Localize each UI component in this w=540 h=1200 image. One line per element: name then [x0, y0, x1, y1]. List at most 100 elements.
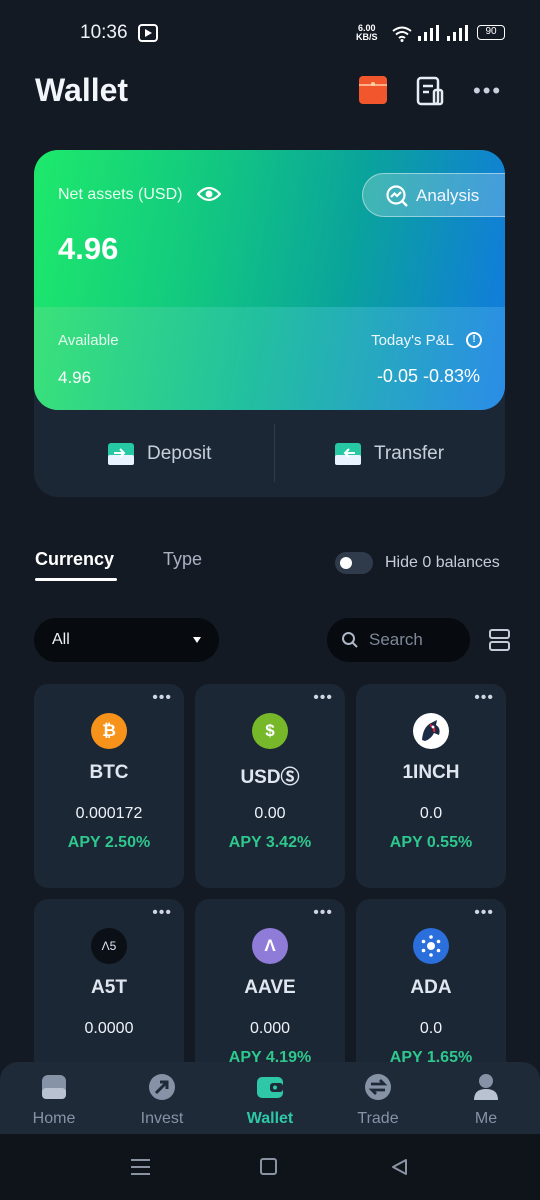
nav-item-trade[interactable]: Trade: [324, 1062, 432, 1134]
transfer-icon: [335, 443, 361, 465]
nav-item-wallet[interactable]: Wallet: [216, 1062, 324, 1134]
coin-amount: 0.000172: [75, 805, 143, 822]
coin-more-icon[interactable]: •••: [313, 905, 333, 921]
aave-logo-icon: Λ: [252, 928, 288, 964]
coin-more-icon[interactable]: •••: [313, 690, 333, 706]
coin-symbol: 1INCH: [402, 762, 460, 783]
analysis-icon: [386, 185, 408, 207]
nav-item-me[interactable]: Me: [432, 1062, 540, 1134]
coin-apy: APY 2.50%: [67, 834, 151, 851]
coin-apy: APY 1.65%: [389, 1049, 473, 1062]
coin-card-ada[interactable]: ••• ADA 0.0 APY 1.65%: [356, 899, 506, 1062]
net-assets-value: 4.96: [58, 231, 119, 266]
transfer-button[interactable]: Transfer: [334, 440, 474, 470]
coin-symbol: USDⓈ: [240, 767, 300, 788]
home-icon: [42, 1075, 66, 1099]
asset-card-lower: [34, 307, 505, 410]
usds-logo-icon: $: [252, 713, 288, 749]
coin-card-1inch[interactable]: ••• 1INCH 0.0 APY 0.55%: [356, 684, 506, 888]
signal-icon-2: [447, 25, 468, 41]
bottom-nav: Home Invest Wallet Trade Me: [0, 1062, 540, 1134]
eye-icon[interactable]: [197, 185, 221, 203]
coin-card-usds[interactable]: ••• $ USDⓈ 0.00 APY 3.42%: [195, 684, 345, 888]
pnl-value: -0.05 -0.83%: [376, 366, 480, 386]
action-divider: [274, 424, 275, 482]
coin-symbol: BTC: [89, 762, 129, 783]
more-options-icon[interactable]: •••: [473, 80, 502, 102]
hide-zero-label: Hide 0 balances: [385, 554, 500, 571]
coin-symbol: AAVE: [244, 977, 296, 998]
info-icon[interactable]: !: [466, 332, 482, 348]
btc-logo-icon: ₿: [91, 713, 127, 749]
recent-apps-icon[interactable]: [131, 1159, 150, 1175]
coin-card-aave[interactable]: ••• Λ AAVE 0.000 APY 4.19%: [195, 899, 345, 1062]
signal-icon: [418, 25, 439, 41]
search-icon: [342, 632, 358, 648]
nav-label: Me: [474, 1110, 498, 1127]
invest-icon: [149, 1074, 175, 1100]
tab-type[interactable]: Type: [163, 549, 202, 570]
coin-amount: 0.00: [254, 805, 286, 822]
status-bar: 10:36 6.00 KB/S 90: [0, 0, 540, 64]
coin-more-icon[interactable]: •••: [474, 690, 494, 706]
caret-down-icon: [193, 637, 201, 643]
search-box[interactable]: [327, 618, 470, 662]
coin-grid: ••• ₿ BTC 0.000172 APY 2.50% ••• $ USDⓈ …: [34, 684, 506, 1062]
coin-amount: 0.0: [419, 805, 443, 822]
hide-zero-toggle[interactable]: [335, 552, 373, 574]
coin-card-a5t[interactable]: ••• Λ5 A5T 0.0000: [34, 899, 184, 1062]
coin-symbol: ADA: [410, 977, 452, 998]
coin-symbol: A5T: [91, 977, 127, 998]
wallet-icon: [257, 1077, 283, 1098]
tab-active-indicator: [35, 578, 117, 581]
analysis-button[interactable]: Analysis: [362, 173, 505, 217]
coin-apy: APY 3.42%: [228, 834, 312, 851]
media-app-icon: [138, 24, 158, 42]
profile-icon: [474, 1074, 498, 1100]
network-speed-unit: KB/S: [356, 32, 378, 42]
coin-amount: 0.0000: [84, 1020, 134, 1037]
coin-card-btc[interactable]: ••• ₿ BTC 0.000172 APY 2.50%: [34, 684, 184, 888]
nav-label: Invest: [140, 1110, 184, 1127]
status-time: 10:36: [80, 22, 128, 43]
records-icon[interactable]: [416, 76, 444, 106]
tab-currency[interactable]: Currency: [35, 549, 114, 570]
nav-item-invest[interactable]: Invest: [108, 1062, 216, 1134]
asset-card: Net assets (USD) Analysis 4.96 Available…: [34, 150, 505, 410]
search-input[interactable]: [369, 628, 459, 652]
pnl-label: Today's P&L: [371, 332, 454, 349]
ada-logo-icon: [413, 928, 449, 964]
nav-label: Home: [32, 1110, 76, 1127]
system-nav-bar: [0, 1134, 540, 1200]
available-label: Available: [58, 332, 119, 349]
list-view-icon[interactable]: [489, 629, 510, 651]
network-speed: 6.00 KB/S: [356, 24, 378, 42]
deposit-button[interactable]: Deposit: [107, 440, 237, 470]
page-title: Wallet: [35, 72, 129, 108]
filter-selected-value: All: [52, 631, 70, 648]
a5t-logo-icon: Λ5: [91, 928, 127, 964]
battery-icon: 90: [477, 25, 505, 40]
trade-icon: [365, 1074, 391, 1100]
coin-amount: 0.0: [419, 1020, 443, 1037]
coin-apy: APY 4.19%: [228, 1049, 312, 1062]
back-icon[interactable]: [390, 1158, 408, 1176]
analysis-label: Analysis: [416, 186, 480, 205]
coin-apy: APY 0.55%: [389, 834, 473, 851]
wifi-icon: [392, 26, 412, 42]
deposit-icon: [108, 443, 134, 465]
nav-item-home[interactable]: Home: [0, 1062, 108, 1134]
home-button-icon[interactable]: [260, 1158, 277, 1175]
red-envelope-icon[interactable]: [359, 76, 387, 104]
nav-label: Trade: [357, 1110, 399, 1127]
coin-more-icon[interactable]: •••: [152, 690, 172, 706]
coin-more-icon[interactable]: •••: [474, 905, 494, 921]
coin-more-icon[interactable]: •••: [152, 905, 172, 921]
net-assets-label: Net assets (USD): [58, 186, 183, 203]
coin-amount: 0.000: [249, 1020, 291, 1037]
unicorn-logo-icon: [413, 713, 449, 749]
deposit-label: Deposit: [147, 443, 212, 464]
transfer-label: Transfer: [374, 443, 445, 464]
currency-filter-select[interactable]: All: [34, 618, 219, 662]
available-value: 4.96: [58, 368, 92, 387]
